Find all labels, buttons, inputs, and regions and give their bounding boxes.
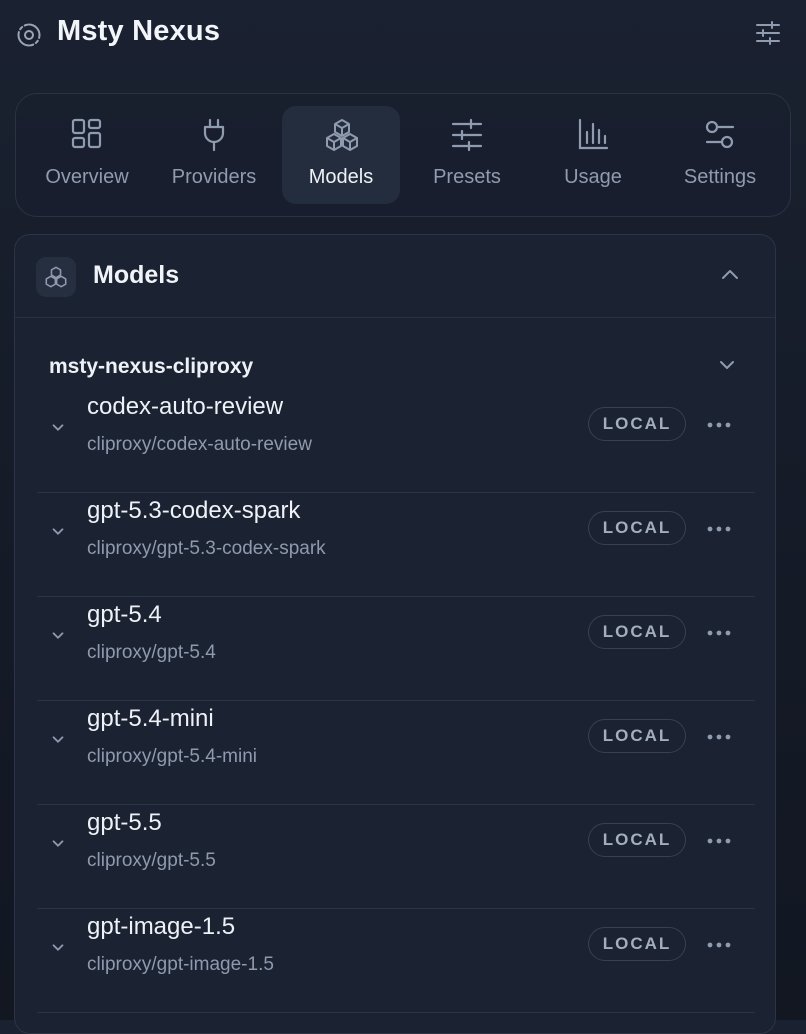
cubes-icon bbox=[36, 257, 76, 297]
model-row[interactable]: gpt-5.3-codex-spark cliproxy/gpt-5.3-cod… bbox=[37, 493, 755, 597]
ellipsis-icon bbox=[707, 831, 731, 849]
ellipsis-icon bbox=[707, 415, 731, 433]
tab-models[interactable]: Models bbox=[282, 106, 400, 204]
models-panel: Models msty-nexus-cliproxy codex-auto-re… bbox=[14, 234, 776, 1034]
local-badge: LOCAL bbox=[588, 407, 686, 441]
cubes-icon bbox=[325, 118, 358, 152]
model-path: cliproxy/gpt-5.3-codex-spark bbox=[87, 538, 326, 559]
tab-usage[interactable]: Usage bbox=[534, 106, 652, 204]
grid-icon bbox=[71, 118, 103, 152]
tab-label: Providers bbox=[171, 166, 257, 188]
tab-label: Overview bbox=[45, 166, 129, 188]
plug-icon bbox=[198, 118, 230, 152]
local-badge: LOCAL bbox=[588, 719, 686, 753]
bar-chart-icon bbox=[577, 118, 609, 152]
chevron-up-icon bbox=[720, 267, 740, 285]
model-row[interactable]: gpt-5.4 cliproxy/gpt-5.4 LOCAL bbox=[37, 597, 755, 701]
more-options-button[interactable] bbox=[701, 619, 737, 645]
ellipsis-icon bbox=[707, 519, 731, 537]
more-options-button[interactable] bbox=[701, 931, 737, 957]
model-name: gpt-5.4-mini bbox=[87, 705, 214, 732]
chevron-down-icon bbox=[717, 355, 743, 379]
local-badge: LOCAL bbox=[588, 615, 686, 649]
models-panel-header: Models bbox=[15, 235, 775, 318]
local-badge: LOCAL bbox=[588, 511, 686, 545]
app-title: Msty Nexus bbox=[57, 15, 221, 47]
chevron-down-icon[interactable] bbox=[49, 835, 71, 857]
panel-title: Models bbox=[93, 261, 180, 289]
model-name: gpt-5.3-codex-spark bbox=[87, 497, 301, 524]
model-path: cliproxy/gpt-5.5 bbox=[87, 850, 216, 871]
tab-label: Settings bbox=[683, 166, 757, 188]
tab-label: Usage bbox=[564, 166, 622, 188]
model-name: gpt-5.5 bbox=[87, 809, 162, 836]
more-options-button[interactable] bbox=[701, 827, 737, 853]
tab-label: Models bbox=[308, 166, 374, 188]
model-row[interactable]: codex-auto-review cliproxy/codex-auto-re… bbox=[37, 389, 755, 493]
local-badge: LOCAL bbox=[588, 927, 686, 961]
model-path: cliproxy/gpt-image-1.5 bbox=[87, 954, 274, 975]
model-path: cliproxy/gpt-5.4-mini bbox=[87, 746, 257, 767]
model-path: cliproxy/codex-auto-review bbox=[87, 434, 312, 455]
model-name: gpt-image-1.5 bbox=[87, 913, 236, 940]
model-row[interactable]: gpt-image-1.5 cliproxy/gpt-image-1.5 LOC… bbox=[37, 909, 755, 1013]
logo-icon bbox=[16, 22, 42, 48]
model-path: cliproxy/gpt-5.4 bbox=[87, 642, 216, 663]
more-options-button[interactable] bbox=[701, 515, 737, 541]
chevron-down-icon[interactable] bbox=[49, 731, 71, 753]
tab-settings[interactable]: Settings bbox=[661, 106, 779, 204]
tab-presets[interactable]: Presets bbox=[408, 106, 526, 204]
provider-group-name: msty-nexus-cliproxy bbox=[49, 355, 254, 378]
sliders-icon bbox=[755, 20, 781, 50]
filter-settings-button[interactable] bbox=[752, 20, 784, 50]
app-header: Msty Nexus bbox=[0, 0, 806, 70]
model-row[interactable]: gpt-5.4-mini cliproxy/gpt-5.4-mini LOCAL bbox=[37, 701, 755, 805]
ellipsis-icon bbox=[707, 727, 731, 745]
model-name: gpt-5.4 bbox=[87, 601, 162, 628]
more-options-button[interactable] bbox=[701, 411, 737, 437]
provider-group-header[interactable]: msty-nexus-cliproxy bbox=[15, 345, 775, 389]
chevron-down-icon[interactable] bbox=[49, 523, 71, 545]
model-name: codex-auto-review bbox=[87, 393, 284, 420]
ellipsis-icon bbox=[707, 935, 731, 953]
chevron-down-icon[interactable] bbox=[49, 419, 71, 441]
toggles-icon bbox=[704, 118, 736, 152]
local-badge: LOCAL bbox=[588, 823, 686, 857]
nav-bar: Overview Providers Models Presets Usage … bbox=[15, 93, 791, 217]
chevron-down-icon[interactable] bbox=[49, 939, 71, 961]
model-row[interactable]: gpt-5.5 cliproxy/gpt-5.5 LOCAL bbox=[37, 805, 755, 909]
more-options-button[interactable] bbox=[701, 723, 737, 749]
sliders-icon bbox=[451, 118, 483, 152]
collapse-panel-button[interactable] bbox=[715, 263, 745, 289]
tab-label: Presets bbox=[433, 166, 501, 188]
tab-providers[interactable]: Providers bbox=[155, 106, 273, 204]
chevron-down-icon[interactable] bbox=[49, 627, 71, 649]
tab-overview[interactable]: Overview bbox=[28, 106, 146, 204]
ellipsis-icon bbox=[707, 623, 731, 641]
